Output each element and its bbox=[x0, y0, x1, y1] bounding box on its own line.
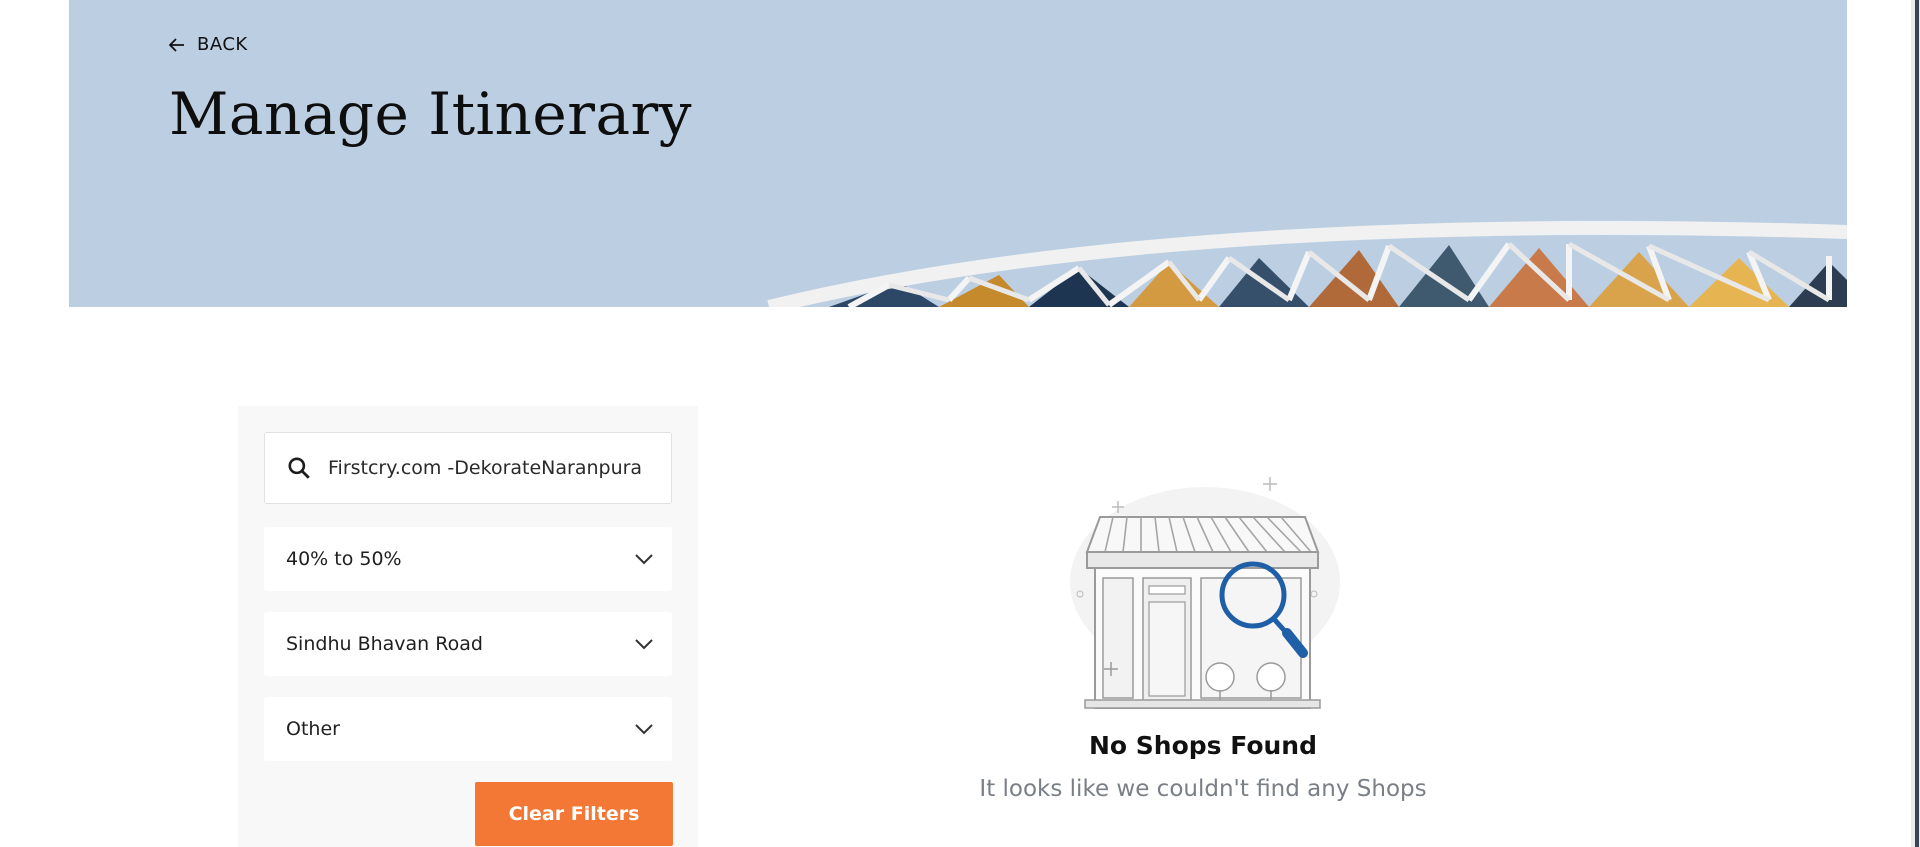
back-label: BACK bbox=[197, 34, 248, 55]
hero-banner bbox=[69, 0, 1847, 307]
discount-select-value: 40% to 50% bbox=[286, 548, 402, 570]
page-title: Manage Itinerary bbox=[169, 80, 693, 148]
search-icon bbox=[288, 457, 310, 479]
no-shops-illustration bbox=[1070, 477, 1340, 709]
scrollbar[interactable] bbox=[1911, 0, 1920, 847]
category-select[interactable]: Other bbox=[264, 697, 672, 761]
discount-select[interactable]: 40% to 50% bbox=[264, 527, 672, 591]
empty-state: No Shops Found It looks like we couldn't… bbox=[960, 450, 1446, 830]
chevron-down-icon bbox=[635, 554, 653, 565]
filter-panel: 40% to 50% Sindhu Bhavan Road Other Clea… bbox=[238, 406, 698, 847]
search-input[interactable] bbox=[326, 456, 660, 480]
area-select[interactable]: Sindhu Bhavan Road bbox=[264, 612, 672, 676]
canopy-roof-image bbox=[767, 220, 1847, 307]
empty-state-title: No Shops Found bbox=[1089, 731, 1317, 760]
chevron-down-icon bbox=[635, 724, 653, 735]
empty-state-subtitle: It looks like we couldn't find any Shops bbox=[979, 776, 1427, 802]
chevron-down-icon bbox=[635, 639, 653, 650]
clear-filters-button[interactable]: Clear Filters bbox=[475, 782, 673, 846]
scrollbar-thumb[interactable] bbox=[1915, 0, 1919, 847]
arrow-left-icon bbox=[169, 37, 184, 52]
back-link[interactable]: BACK bbox=[169, 34, 248, 55]
search-box[interactable] bbox=[264, 432, 672, 504]
area-select-value: Sindhu Bhavan Road bbox=[286, 633, 483, 655]
category-select-value: Other bbox=[286, 718, 340, 740]
